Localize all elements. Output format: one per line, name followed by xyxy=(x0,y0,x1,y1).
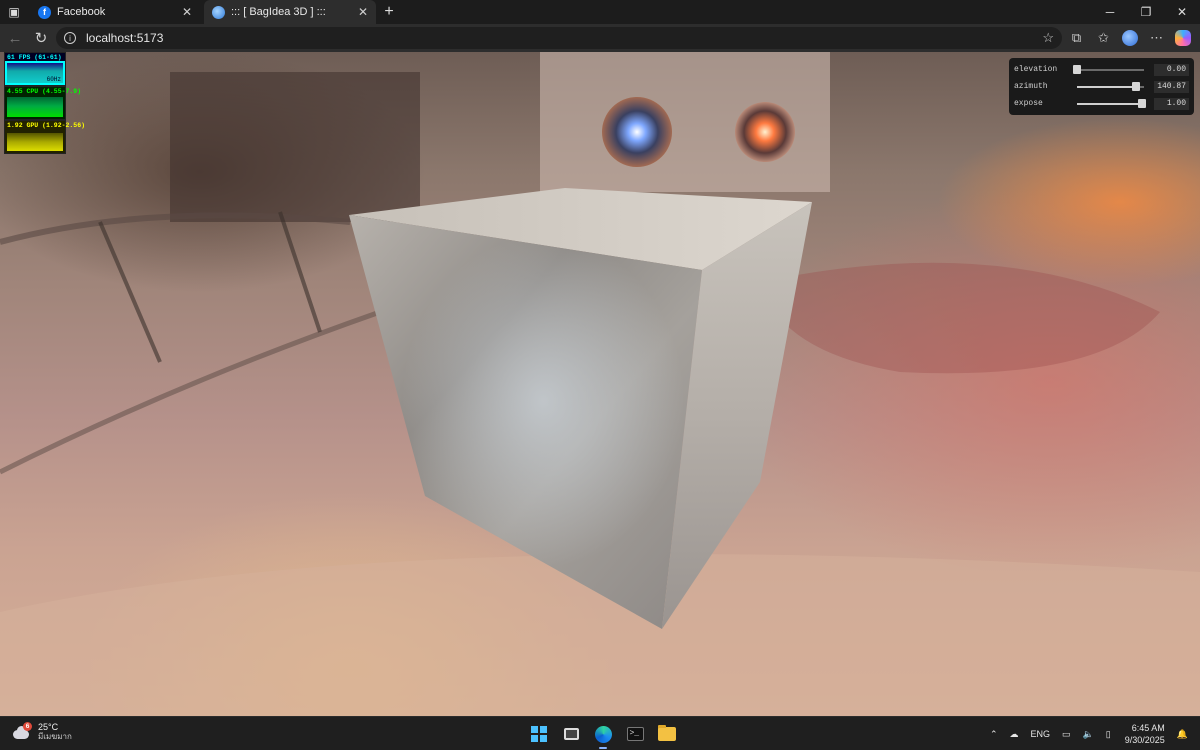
tab-title: Facebook xyxy=(57,6,106,18)
battery-icon[interactable]: ▯ xyxy=(1106,729,1111,740)
new-tab-button[interactable]: + xyxy=(376,0,402,24)
weather-widget[interactable]: 6 25°C มีเมฆมาก xyxy=(12,722,72,742)
control-label: expose xyxy=(1014,99,1043,108)
weather-temp: 25°C xyxy=(38,722,59,732)
chevron-up-icon[interactable]: ⌃ xyxy=(990,729,998,740)
slider-thumb[interactable] xyxy=(1131,81,1140,91)
gpu-label: 1.92 GPU (1.92-2.56) xyxy=(7,122,86,129)
taskbar: 6 25°C มีเมฆมาก >_ ⌃ ☁ ENG ▭ 🔈 ▯ 6:45 AM xyxy=(0,716,1200,750)
fps-stats-panel: 61 FPS (61-61) 60Hz xyxy=(4,52,66,86)
edge-icon xyxy=(594,725,612,743)
cloud-icon: 6 xyxy=(12,722,32,739)
expose-slider[interactable] xyxy=(1076,98,1147,109)
notification-badge: 6 xyxy=(23,722,32,731)
restore-icon[interactable]: ❐ xyxy=(1128,0,1164,24)
refresh-rate-label: 60Hz xyxy=(46,76,61,83)
cpu-stats-panel: 4.55 CPU (4.55-7.9) xyxy=(4,86,81,120)
url-text[interactable]: localhost:5173 xyxy=(86,31,163,45)
cpu-label: 4.55 CPU (4.55-7.9) xyxy=(7,88,82,95)
terminal-button[interactable]: >_ xyxy=(624,723,646,745)
porthole-light xyxy=(735,102,795,162)
window-controls: ─ ❐ ✕ xyxy=(1092,0,1200,24)
cpu-graph xyxy=(7,97,63,117)
profile-avatar[interactable] xyxy=(1122,30,1138,46)
windows-icon xyxy=(531,726,547,742)
elevation-value-input[interactable]: 0.00 xyxy=(1153,63,1190,76)
tab-bagidea-3d[interactable]: ::: [ BagIdea 3D ] ::: ✕ xyxy=(204,0,376,24)
close-icon[interactable]: ✕ xyxy=(182,5,192,19)
expose-value-input[interactable]: 1.00 xyxy=(1153,97,1190,110)
minimize-icon[interactable]: ─ xyxy=(1092,0,1128,24)
folder-icon xyxy=(658,725,676,741)
tab-strip: ▣ f Facebook ✕ ::: [ BagIdea 3D ] ::: ✕ … xyxy=(0,0,1200,24)
system-tray: ⌃ ☁ ENG ▭ 🔈 ▯ 6:45 AM 9/30/2025 🔔 xyxy=(978,721,1188,747)
slider-thumb[interactable] xyxy=(1138,98,1147,108)
site-info-icon[interactable]: i xyxy=(64,32,76,44)
close-window-icon[interactable]: ✕ xyxy=(1164,0,1200,24)
date-text: 9/30/2025 xyxy=(1124,735,1165,745)
language-indicator[interactable]: ENG xyxy=(1031,729,1051,739)
facebook-icon: f xyxy=(38,5,51,19)
gpu-graph xyxy=(7,133,63,151)
favorites-icon[interactable]: ✩ xyxy=(1090,26,1117,50)
tab-actions-icon[interactable]: ▣ xyxy=(0,0,28,24)
refresh-button[interactable]: ↻ xyxy=(28,25,54,51)
close-icon[interactable]: ✕ xyxy=(358,5,368,19)
weather-condition: มีเมฆมาก xyxy=(38,732,72,741)
taskbar-apps: >_ xyxy=(528,723,688,749)
render-canvas[interactable]: 61 FPS (61-61) 60Hz 4.55 CPU (4.55-7.9) … xyxy=(0,52,1200,716)
task-view-button[interactable] xyxy=(560,723,582,745)
task-view-icon xyxy=(563,728,579,740)
file-explorer-button[interactable] xyxy=(656,723,678,745)
porthole-light xyxy=(602,97,672,167)
edge-button[interactable] xyxy=(592,723,614,749)
more-menu-icon[interactable]: ⋯ xyxy=(1143,26,1170,50)
network-icon[interactable]: ▭ xyxy=(1062,729,1071,740)
control-label: azimuth xyxy=(1014,82,1048,91)
scene-background xyxy=(0,52,1200,716)
controls-panel: elevation 0.00 azimuth 140.87 expose 1.0… xyxy=(1009,58,1194,115)
clock[interactable]: 6:45 AM 9/30/2025 xyxy=(1125,722,1165,746)
onedrive-icon[interactable]: ☁ xyxy=(1010,729,1019,740)
control-expose: expose 1.00 xyxy=(1014,95,1190,112)
tab-title: ::: [ BagIdea 3D ] ::: xyxy=(231,6,326,18)
extensions-icon[interactable]: ⧉ xyxy=(1063,26,1090,50)
control-label: elevation xyxy=(1014,65,1058,74)
elevation-slider[interactable] xyxy=(1072,64,1144,75)
time-text: 6:45 AM xyxy=(1131,723,1165,733)
back-button[interactable]: ← xyxy=(2,25,28,51)
slider-thumb[interactable] xyxy=(1072,64,1081,74)
notifications-icon[interactable]: 🔔 xyxy=(1177,729,1188,740)
address-bar[interactable]: i localhost:5173 ☆ xyxy=(56,27,1062,49)
control-elevation: elevation 0.00 xyxy=(1014,61,1190,78)
favorite-star-icon[interactable]: ☆ xyxy=(1042,30,1054,46)
azimuth-value-input[interactable]: 140.87 xyxy=(1153,80,1190,93)
azimuth-slider[interactable] xyxy=(1076,81,1144,92)
fps-label: 61 FPS (61-61) xyxy=(7,54,62,61)
copilot-icon[interactable] xyxy=(1175,30,1191,46)
toolbar: ← ↻ i localhost:5173 ☆ ⧉ ✩ ⋯ xyxy=(0,24,1200,52)
volume-icon[interactable]: 🔈 xyxy=(1083,729,1094,740)
browser-tools: ⧉ ✩ ⋯ xyxy=(1063,26,1196,50)
control-azimuth: azimuth 140.87 xyxy=(1014,78,1190,95)
tab-facebook[interactable]: f Facebook ✕ xyxy=(30,0,200,24)
start-button[interactable] xyxy=(528,723,550,745)
terminal-icon: >_ xyxy=(626,727,644,741)
globe-icon xyxy=(212,5,225,19)
gpu-stats-panel: 1.92 GPU (1.92-2.56) xyxy=(4,120,85,154)
